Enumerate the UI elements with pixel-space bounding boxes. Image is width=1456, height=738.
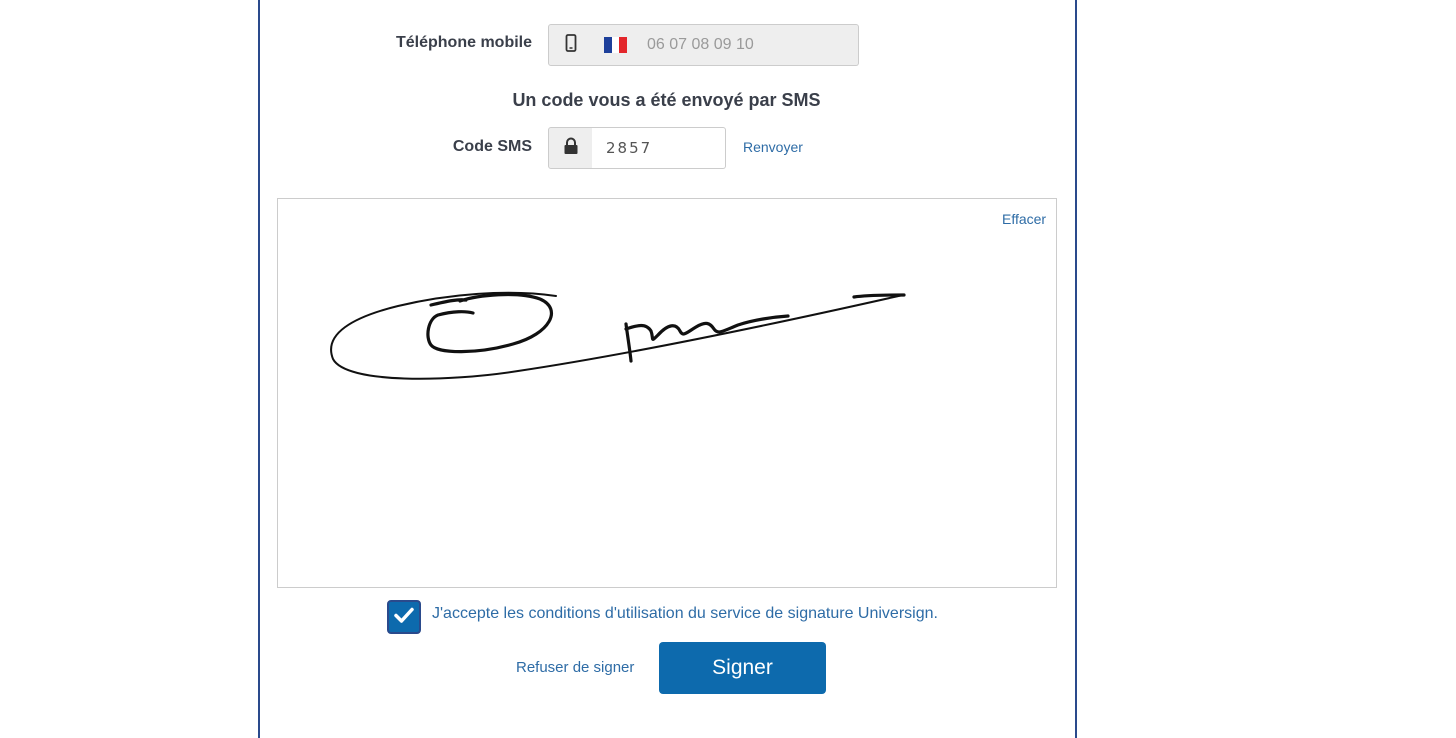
sms-code-addon xyxy=(548,127,593,169)
sms-code-input[interactable] xyxy=(592,127,726,169)
signature-drawing xyxy=(330,291,906,380)
signature-pad[interactable]: Effacer xyxy=(277,198,1057,588)
phone-field: 06 07 08 09 10 xyxy=(592,24,859,66)
fr-flag-icon xyxy=(604,37,628,53)
sms-sent-title: Un code vous a été envoyé par SMS xyxy=(512,90,821,110)
clear-signature-link[interactable]: Effacer xyxy=(1002,211,1046,227)
sign-button[interactable]: Signer xyxy=(659,642,826,694)
phone-placeholder: 06 07 08 09 10 xyxy=(647,36,754,53)
lock-icon xyxy=(563,137,579,160)
accept-terms-label[interactable]: J'accepte les conditions d'utilisation d… xyxy=(432,605,938,623)
resend-link[interactable]: Renvoyer xyxy=(743,139,803,155)
accept-terms-checkbox[interactable] xyxy=(387,600,421,634)
sms-code-label: Code SMS xyxy=(452,138,532,155)
checkmark-icon xyxy=(394,607,414,628)
mobile-phone-icon xyxy=(565,33,577,57)
phone-addon xyxy=(548,24,593,66)
phone-label: Téléphone mobile xyxy=(395,34,532,51)
refuse-signing-link[interactable]: Refuser de signer xyxy=(516,659,634,676)
